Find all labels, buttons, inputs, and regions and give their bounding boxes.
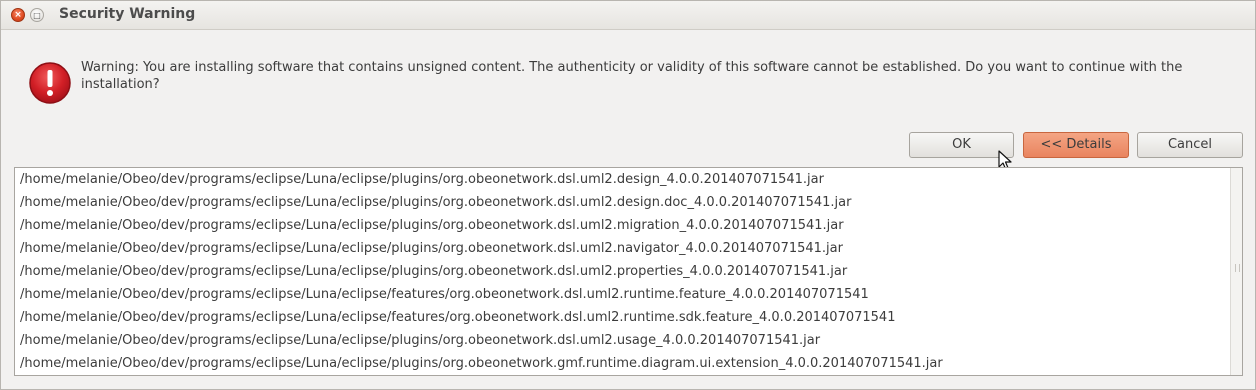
list-item[interactable]: /home/melanie/Obeo/dev/programs/eclipse/… bbox=[20, 240, 843, 257]
cancel-button[interactable]: Cancel bbox=[1137, 132, 1243, 158]
details-button[interactable]: << Details bbox=[1023, 132, 1129, 158]
unsigned-files-list[interactable]: /home/melanie/Obeo/dev/programs/eclipse/… bbox=[14, 167, 1243, 376]
list-item[interactable]: /home/melanie/Obeo/dev/programs/eclipse/… bbox=[20, 171, 824, 188]
list-item[interactable]: /home/melanie/Obeo/dev/programs/eclipse/… bbox=[20, 355, 943, 372]
scrollbar-grip-icon bbox=[1235, 264, 1240, 272]
warning-message: Warning: You are installing software tha… bbox=[81, 60, 1183, 92]
error-icon bbox=[29, 62, 71, 104]
list-item[interactable]: /home/melanie/Obeo/dev/programs/eclipse/… bbox=[20, 332, 820, 349]
window-title: Security Warning bbox=[59, 6, 196, 22]
security-warning-dialog: × □ Security Warning Warning: You are in… bbox=[0, 0, 1256, 390]
window-close-button[interactable]: × bbox=[11, 8, 25, 22]
vertical-scrollbar[interactable] bbox=[1230, 168, 1242, 375]
list-item[interactable]: /home/melanie/Obeo/dev/programs/eclipse/… bbox=[20, 309, 895, 326]
list-item[interactable]: /home/melanie/Obeo/dev/programs/eclipse/… bbox=[20, 286, 869, 303]
list-item[interactable]: /home/melanie/Obeo/dev/programs/eclipse/… bbox=[20, 217, 844, 234]
window-maximize-button[interactable]: □ bbox=[30, 8, 44, 22]
list-item[interactable]: /home/melanie/Obeo/dev/programs/eclipse/… bbox=[20, 194, 851, 211]
title-bar: × □ Security Warning bbox=[1, 1, 1255, 30]
list-item[interactable]: /home/melanie/Obeo/dev/programs/eclipse/… bbox=[20, 263, 847, 280]
